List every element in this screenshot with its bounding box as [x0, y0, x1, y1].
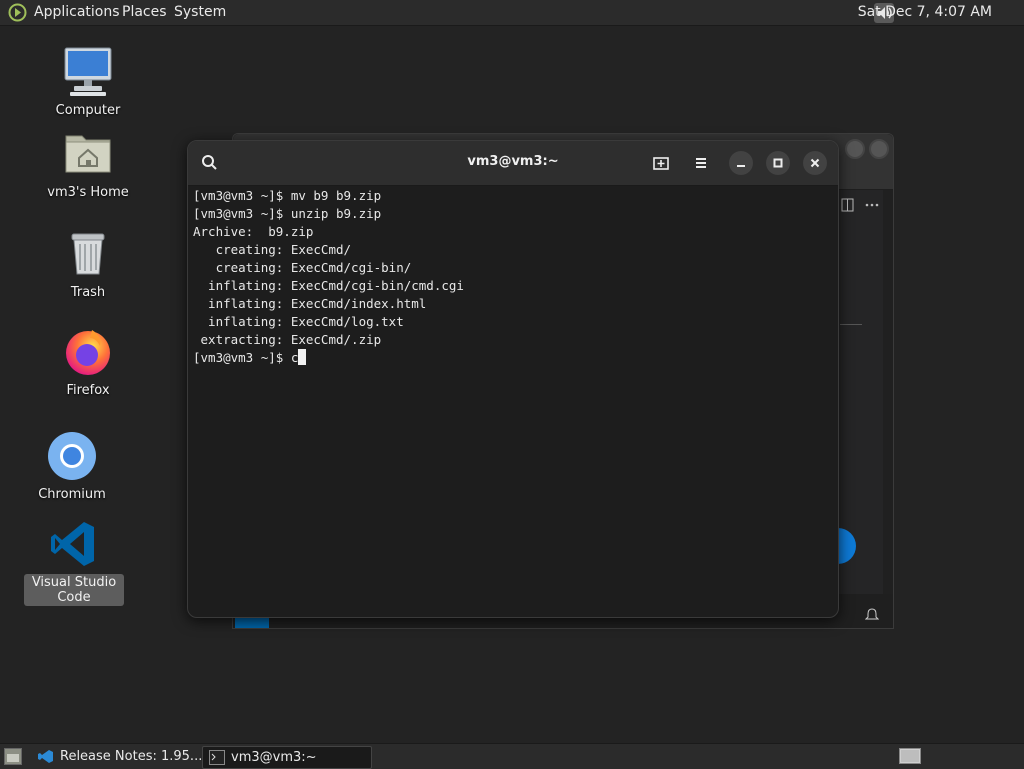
terminal-line: [vm3@vm3 ~]$ mv b9 b9.zip	[193, 188, 382, 203]
new-tab-icon[interactable]	[649, 151, 673, 175]
close-button[interactable]	[869, 139, 889, 159]
terminal-line: creating: ExecCmd/	[193, 242, 352, 257]
terminal-line: inflating: ExecCmd/log.txt	[193, 314, 404, 329]
top-panel: Applications Places System Sat Dec 7, 4:…	[0, 0, 1024, 26]
desktop-icon-label: Firefox	[66, 383, 110, 398]
chromium-icon	[48, 432, 96, 480]
terminal-icon	[209, 750, 225, 765]
minimize-icon[interactable]	[729, 151, 753, 175]
prompt: [vm3@vm3 ~]$	[193, 350, 291, 365]
home-folder-icon	[65, 135, 111, 173]
desktop-icon-label: Visual Studio Code	[24, 574, 124, 606]
desktop-icon-label: Chromium	[38, 487, 106, 502]
task-vscode-release-notes[interactable]: Release Notes: 1.95....	[32, 746, 206, 767]
terminal-line: creating: ExecCmd/cgi-bin/	[193, 260, 412, 275]
trash-icon	[71, 233, 105, 275]
desktop-icon-firefox[interactable]: Firefox	[38, 326, 138, 399]
hamburger-menu-icon[interactable]	[689, 151, 713, 175]
bell-icon[interactable]	[865, 608, 879, 622]
terminal-prompt-line[interactable]: [vm3@vm3 ~]$ c	[193, 349, 833, 367]
clock[interactable]: Sat Dec 7, 4:07 AM	[858, 4, 992, 21]
vscode-icon	[38, 750, 53, 763]
task-label: vm3@vm3:~	[231, 750, 317, 765]
show-desktop-icon[interactable]	[4, 748, 22, 765]
workspace-switcher-icon[interactable]	[899, 748, 921, 764]
terminal-line: Archive: b9.zip	[193, 224, 314, 239]
computer-icon	[64, 47, 112, 96]
desktop-icon-label: Computer	[55, 103, 121, 118]
desktop-icon-chromium[interactable]: Chromium	[22, 430, 122, 503]
remote-indicator[interactable]	[235, 618, 269, 628]
text-cursor	[298, 349, 307, 365]
terminal-line: inflating: ExecCmd/index.html	[193, 296, 427, 311]
terminal-output[interactable]: [vm3@vm3 ~]$ mv b9 b9.zip [vm3@vm3 ~]$ un…	[193, 187, 833, 612]
terminal-headerbar[interactable]: vm3@vm3:~	[188, 141, 838, 186]
desktop-icon-vscode[interactable]: Visual Studio Code	[24, 518, 124, 606]
command-input[interactable]: c	[291, 350, 299, 365]
task-label: Release Notes: 1.95....	[60, 749, 207, 764]
minimize-button[interactable]	[845, 139, 865, 159]
scrollbar-track[interactable]	[883, 190, 893, 594]
terminal-line: [vm3@vm3 ~]$ unzip b9.zip	[193, 206, 382, 221]
terminal-line: extracting: ExecCmd/.zip	[193, 332, 382, 347]
applications-menu[interactable]: Applications	[34, 4, 120, 21]
bottom-taskbar: Release Notes: 1.95.... vm3@vm3:~	[0, 743, 1024, 769]
desktop-icon-computer[interactable]: Computer	[38, 46, 138, 119]
divider	[840, 324, 862, 325]
task-terminal[interactable]: vm3@vm3:~	[202, 746, 372, 769]
vscode-icon	[51, 522, 94, 566]
desktop-icon-trash[interactable]: Trash	[38, 228, 138, 301]
close-icon[interactable]	[803, 151, 827, 175]
places-menu[interactable]: Places	[122, 4, 167, 21]
vscode-side-panel	[820, 190, 893, 594]
system-menu[interactable]: System	[174, 4, 226, 21]
terminal-window[interactable]: vm3@vm3:~ [vm3@vm3 ~]$ mv b9 b9.zip [vm3@…	[187, 140, 839, 618]
desktop-icon-label: vm3's Home	[47, 185, 129, 200]
desktop-icon-label: Trash	[70, 285, 106, 300]
distro-logo-icon[interactable]	[8, 3, 27, 22]
desktop-icon-home[interactable]: vm3's Home	[38, 128, 138, 201]
maximize-icon[interactable]	[766, 151, 790, 175]
firefox-icon	[66, 330, 110, 375]
terminal-line: inflating: ExecCmd/cgi-bin/cmd.cgi	[193, 278, 464, 293]
